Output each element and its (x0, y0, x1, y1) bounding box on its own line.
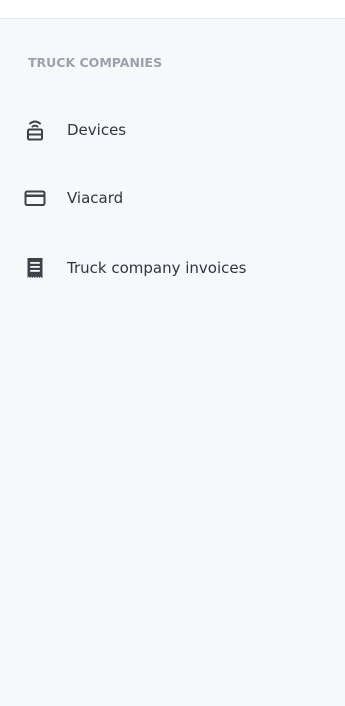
section-title: TRUCK COMPANIES (28, 55, 163, 70)
sidebar: TRUCK COMPANIES Devices Viacard Truck co… (0, 20, 345, 706)
sidebar-item-devices[interactable]: Devices (0, 106, 345, 154)
top-bar (0, 0, 345, 19)
device-signal-icon (24, 118, 46, 142)
card-icon (24, 186, 46, 210)
sidebar-item-label: Truck company invoices (67, 259, 247, 277)
sidebar-item-viacard[interactable]: Viacard (0, 174, 345, 222)
invoice-icon (24, 256, 46, 280)
sidebar-item-label: Devices (67, 121, 127, 139)
sidebar-item-label: Viacard (67, 189, 124, 207)
sidebar-item-truck-company-invoices[interactable]: Truck company invoices (0, 244, 345, 292)
